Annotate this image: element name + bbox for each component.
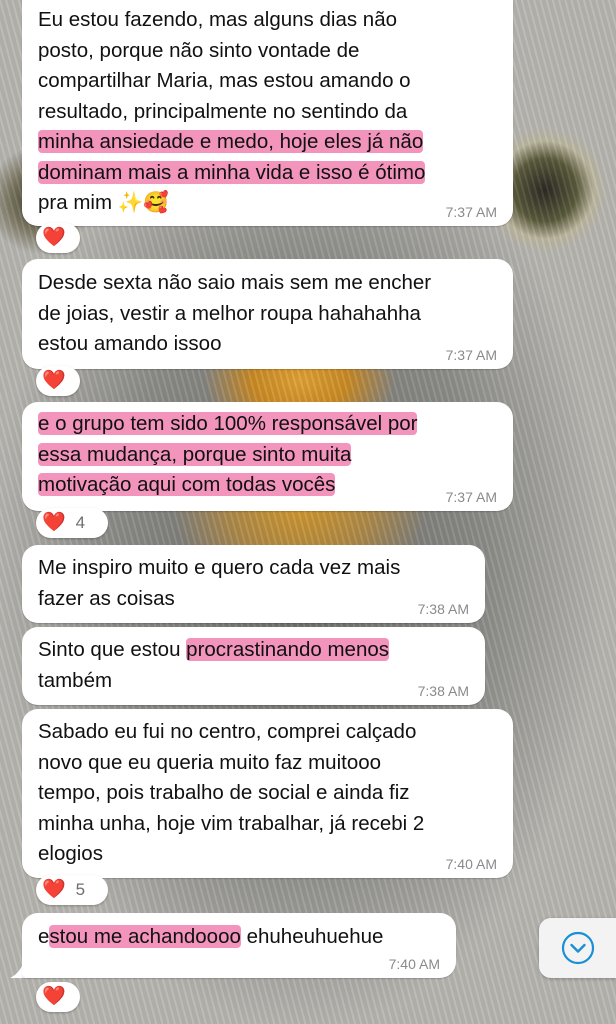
heart-icon: ❤️ [42,879,66,900]
message-bubble[interactable]: Desde sexta não saio mais sem me encher … [22,259,513,369]
scroll-to-bottom-button[interactable] [539,918,616,978]
message-text: Sinto que estou procrastinando menos tam… [38,627,469,696]
highlighted-line: motivação aqui com todas vocês [38,473,336,496]
message-text: Sabado eu fui no centro, comprei calçado… [38,709,497,870]
highlighted-line: essa mudança, porque sinto muita [38,442,352,466]
message-timestamp: 7:37 AM [445,347,497,363]
message-line: elogios [38,842,103,865]
message-line: Sabado eu fui no centro, comprei calçado [38,720,417,743]
message-bubble[interactable]: Sabado eu fui no centro, comprei calçado… [22,709,513,878]
message-timestamp: 7:38 AM [417,683,469,699]
message-bubble[interactable]: estou me achandoooo ehuheuhuehue 7:40 AM [22,913,456,978]
message-line: fazer as coisas [38,586,175,610]
heart-icon: ❤️ [42,227,66,248]
message-text: Desde sexta não saio mais sem me encher … [38,259,497,360]
message-line: estou me achandoooo ehuheuhuehue [38,925,384,948]
message-bubble[interactable]: e o grupo tem sido 100% responsável por … [22,402,513,511]
message-line: resultado, principalmente no sentindo da [38,99,408,123]
message-timestamp: 7:38 AM [417,601,469,617]
reaction-badge[interactable]: ❤️ 5 [36,875,108,905]
message-line: compartilhar Maria, mas estou amando o [38,69,411,92]
reaction-badge[interactable]: ❤️ [36,223,80,253]
message-text: Me inspiro muito e quero cada vez mais f… [38,545,469,614]
message-line: novo que eu queria muito faz muitooo [38,750,382,774]
highlighted-phrase: procrastinando menos [186,638,390,661]
highlighted-phrase: stou me achandoooo [49,925,241,948]
message-line: Desde sexta não saio mais sem me encher [38,271,432,294]
message-text: e o grupo tem sido 100% responsável por … [38,402,497,501]
heart-icon: ❤️ [42,512,66,533]
highlighted-line: dominam mais a minha vida e isso é ótimo [38,160,426,184]
message-line: Eu estou fazendo, mas alguns dias não [38,8,397,31]
message-line: de joias, vestir a melhor roupa hahahahh… [38,301,421,325]
chevron-down-icon [561,931,594,965]
message-line: pra mim ✨🥰 [38,191,169,214]
message-timestamp: 7:37 AM [445,204,497,220]
reaction-count: 4 [75,513,86,532]
message-line: Sinto que estou procrastinando menos [38,638,390,661]
message-line: Me inspiro muito e quero cada vez mais [38,556,401,579]
highlighted-line: minha ansiedade e medo, hoje eles já não [38,130,424,153]
heart-icon: ❤️ [42,370,66,391]
reaction-badge[interactable]: ❤️ 4 [36,508,108,538]
message-line: estou amando issoo [38,332,222,355]
message-line: tempo, pois trabalho de social e ainda f… [38,781,410,804]
highlighted-line: e o grupo tem sido 100% responsável por [38,412,418,435]
reaction-badge[interactable]: ❤️ [36,982,80,1012]
message-bubble[interactable]: Eu estou fazendo, mas alguns dias não po… [22,0,513,226]
message-line: minha unha, hoje vim trabalhar, já receb… [38,811,425,835]
heart-icon: ❤️ [42,986,66,1007]
message-timestamp: 7:40 AM [388,956,440,972]
message-bubble[interactable]: Sinto que estou procrastinando menos tam… [22,627,485,705]
message-timestamp: 7:37 AM [445,489,497,505]
message-timestamp: 7:40 AM [445,856,497,872]
message-text: estou me achandoooo ehuheuhuehue [38,913,440,953]
message-line: também [38,668,113,692]
message-line: posto, porque não sinto vontade de [38,38,360,62]
reaction-badge[interactable]: ❤️ [36,366,80,396]
message-bubble[interactable]: Me inspiro muito e quero cada vez mais f… [22,545,485,623]
reaction-count: 5 [75,880,86,899]
message-text: Eu estou fazendo, mas alguns dias não po… [38,0,497,219]
